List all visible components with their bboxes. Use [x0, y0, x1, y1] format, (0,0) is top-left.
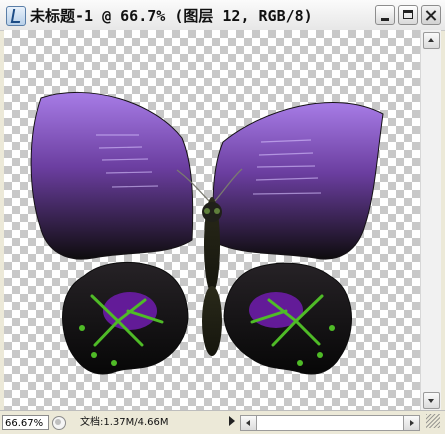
- scroll-down-button[interactable]: [423, 392, 440, 409]
- resize-grip-icon[interactable]: [426, 414, 440, 428]
- scroll-down-icon: [428, 399, 434, 403]
- window-title: 未标题-1 @ 66.7% (图层 12, RGB/8): [30, 7, 313, 25]
- scroll-left-icon: [246, 420, 250, 426]
- vertical-scrollbar[interactable]: [420, 30, 441, 410]
- title-bar[interactable]: 未标题-1 @ 66.7% (图层 12, RGB/8): [0, 0, 445, 31]
- status-icon[interactable]: [52, 416, 66, 430]
- scroll-right-button[interactable]: [403, 416, 419, 430]
- status-bar: 66.67% 文档:1.37M/4.66M: [0, 410, 445, 434]
- zoom-field[interactable]: 66.67%: [2, 415, 49, 430]
- app-icon: [6, 6, 26, 26]
- horizontal-scrollbar[interactable]: [240, 415, 420, 431]
- scroll-up-icon: [428, 38, 434, 42]
- minimize-button[interactable]: [375, 5, 395, 25]
- scroll-right-icon: [410, 420, 414, 426]
- document-info: 文档:1.37M/4.66M: [80, 417, 169, 428]
- canvas-area[interactable]: [4, 30, 420, 410]
- photoshop-document-window: 未标题-1 @ 66.7% (图层 12, RGB/8) 66.67% 文档:1…: [0, 0, 445, 434]
- butterfly-image: [30, 91, 384, 375]
- close-button[interactable]: [421, 5, 441, 25]
- scroll-up-button[interactable]: [423, 32, 440, 49]
- status-menu-icon[interactable]: [229, 416, 235, 426]
- maximize-button[interactable]: [398, 5, 418, 25]
- scroll-left-button[interactable]: [241, 416, 257, 430]
